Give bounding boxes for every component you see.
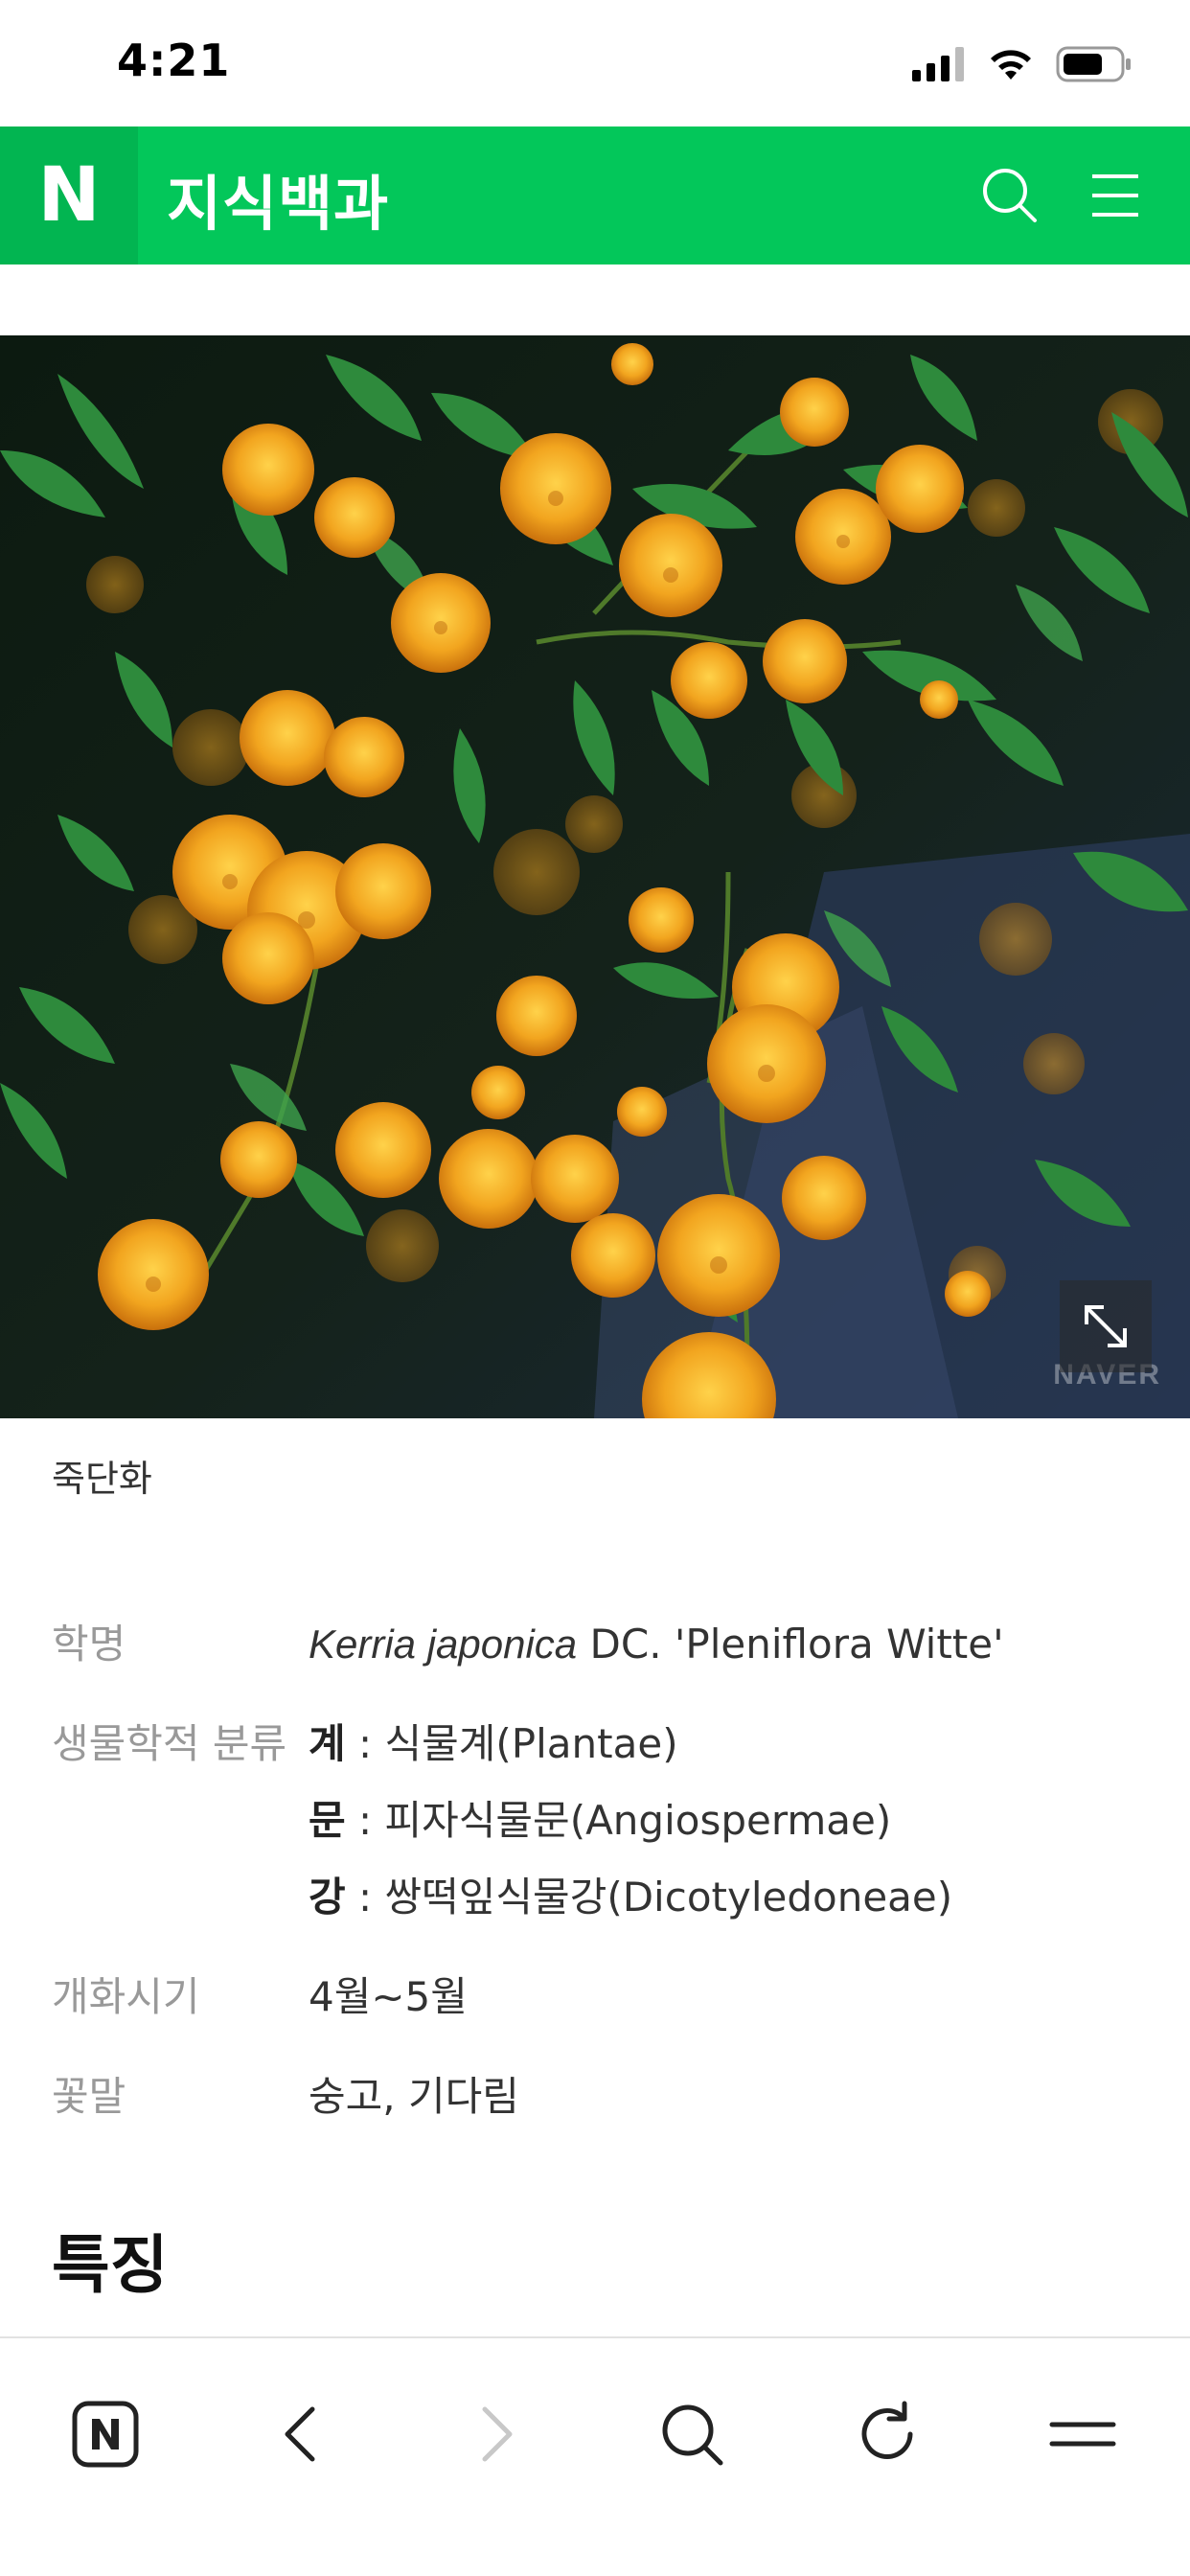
- info-value: 4월~5월: [309, 1973, 468, 2020]
- expand-photo-button[interactable]: [1060, 1280, 1152, 1372]
- photo-caption: 죽단화: [52, 1458, 152, 1500]
- status-bar: 4:21: [0, 0, 1190, 126]
- status-time: 4:21: [117, 34, 231, 86]
- info-value: Kerria japonica DC. 'Pleniflora Witte': [309, 1606, 1138, 1683]
- info-label: 학명: [52, 1621, 126, 1668]
- info-label: 생물학적 분류: [52, 1720, 287, 1767]
- header-menu-button[interactable]: [1079, 159, 1152, 232]
- page-title[interactable]: 지식백과: [167, 155, 389, 242]
- rank-label: 계: [309, 1720, 346, 1767]
- back-icon: [285, 2406, 315, 2462]
- flower-photo[interactable]: NAVER: [0, 335, 1190, 1418]
- status-icons: [912, 46, 1133, 82]
- rank-value: : 피자식물문(Angiospermae): [345, 1797, 892, 1844]
- expand-icon: [1085, 1305, 1127, 1347]
- classification-division: 문 : 피자식물문(Angiospermae): [309, 1782, 1138, 1859]
- naver-logo: N: [37, 152, 101, 239]
- battery-icon: [1056, 46, 1131, 82]
- info-row-scientific-name: 학명 Kerria japonica DC. 'Pleniflora Witte…: [52, 1606, 1138, 1683]
- info-row-flower-language: 꽃말 숭고, 기다림: [52, 2058, 1138, 2135]
- scientific-name-italic: Kerria japonica: [309, 1622, 578, 1667]
- naver-home-icon: [72, 2401, 139, 2468]
- forward-icon: [482, 2406, 513, 2462]
- section-title: 특징: [52, 2228, 169, 2302]
- classification-class: 강 : 쌍떡잎식물강(Dicotyledoneae): [309, 1859, 1138, 1936]
- info-label: 꽃말: [52, 2073, 126, 2120]
- naver-home-button[interactable]: [48, 2377, 163, 2492]
- info-label: 개화시기: [52, 1973, 200, 2020]
- info-table: 학명 Kerria japonica DC. 'Pleniflora Witte…: [52, 1606, 1138, 2158]
- kerria-flower-image: [0, 335, 1190, 1418]
- info-row-classification: 생물학적 분류 계 : 식물계(Plantae) 문 : 피자식물문(Angio…: [52, 1706, 1138, 1936]
- rank-label: 문: [309, 1797, 346, 1844]
- search-icon: [662, 2404, 723, 2466]
- rank-value: : 식물계(Plantae): [345, 1720, 678, 1767]
- forward-button[interactable]: [439, 2377, 554, 2492]
- rank-label: 강: [309, 1874, 346, 1920]
- cellular-signal-icon: [912, 47, 964, 81]
- search-icon: [983, 169, 1037, 222]
- menu-icon: [1049, 2422, 1116, 2447]
- info-value: 숭고, 기다림: [309, 2073, 519, 2120]
- toolbar-search-button[interactable]: [634, 2377, 749, 2492]
- classification-kingdom: 계 : 식물계(Plantae): [309, 1706, 1138, 1782]
- scientific-name-rest: DC. 'Pleniflora Witte': [577, 1621, 1004, 1668]
- app-header: N 지식백과: [0, 126, 1190, 264]
- info-value: 계 : 식물계(Plantae) 문 : 피자식물문(Angiospermae)…: [309, 1706, 1138, 1936]
- reload-button[interactable]: [830, 2377, 945, 2492]
- back-button[interactable]: [243, 2377, 358, 2492]
- browser-toolbar: [0, 2336, 1190, 2576]
- naver-logo-button[interactable]: N: [0, 126, 138, 264]
- header-search-button[interactable]: [973, 159, 1046, 232]
- info-row-bloom: 개화시기 4월~5월: [52, 1959, 1138, 2036]
- reload-icon: [861, 2401, 913, 2459]
- hamburger-menu-icon: [1092, 174, 1138, 217]
- menu-button[interactable]: [1025, 2377, 1140, 2492]
- wifi-icon: [991, 50, 1031, 80]
- rank-value: : 쌍떡잎식물강(Dicotyledoneae): [345, 1874, 953, 1920]
